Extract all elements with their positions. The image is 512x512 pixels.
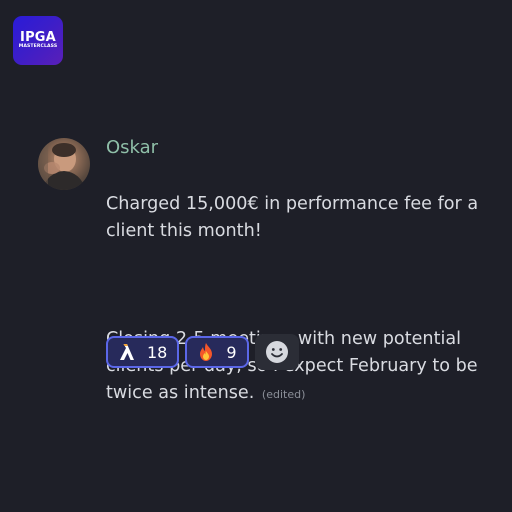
avatar[interactable] — [38, 138, 90, 190]
fire-icon — [196, 342, 216, 362]
reaction-lambda[interactable]: 18 — [106, 336, 180, 368]
reaction-fire[interactable]: 9 — [185, 336, 249, 368]
reaction-count: 18 — [147, 342, 168, 362]
message-content: Oskar Charged 15,000€ in performance fee… — [106, 138, 498, 435]
smiley-face-icon — [265, 341, 288, 363]
reaction-bar: 18 9 — [106, 334, 299, 370]
chat-screen: IPGA MASTERCLASS Oskar Charged 15,000€ i… — [0, 0, 512, 512]
ipga-masterclass-logo: IPGA MASTERCLASS — [13, 16, 63, 65]
logo-subtitle: MASTERCLASS — [18, 44, 58, 49]
logo-title: IPGA — [20, 30, 56, 45]
reaction-count: 9 — [226, 342, 237, 362]
username[interactable]: Oskar — [106, 138, 498, 158]
edited-label: (edited) — [261, 388, 306, 401]
avatar-photo-icon — [38, 138, 86, 190]
message-line-1: Charged 15,000€ in performance fee for a… — [106, 194, 479, 241]
message-body: Charged 15,000€ in performance fee for a… — [106, 164, 498, 435]
lambda-logo-icon — [117, 342, 137, 362]
add-reaction-button[interactable] — [254, 334, 299, 370]
